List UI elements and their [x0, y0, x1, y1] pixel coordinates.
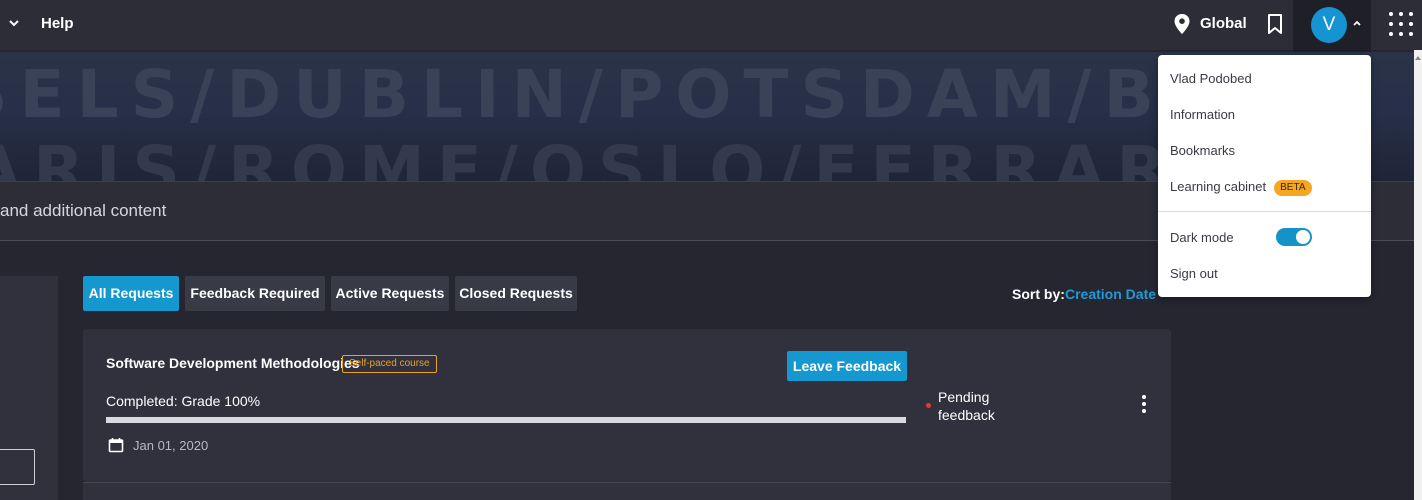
menu-item-learning-cabinet[interactable]: Learning cabinet BETA [1170, 179, 1312, 196]
menu-item-bookmarks[interactable]: Bookmarks [1170, 143, 1235, 158]
filter-panel [0, 276, 58, 500]
menu-item-label: Learning cabinet [1170, 179, 1267, 194]
request-card: Software Development Methodologies Self-… [83, 329, 1171, 482]
tab-closed-requests[interactable]: Closed Requests [455, 276, 577, 311]
subheader-text: and additional content [0, 201, 167, 220]
course-title[interactable]: Software Development Methodologies [106, 355, 360, 371]
banner-text-line: SELS/DUBLIN/POTSDAM/BRUS [0, 56, 1354, 133]
apps-grid-icon[interactable] [1389, 12, 1413, 36]
top-navigation-bar: Help Global V [0, 0, 1422, 54]
avatar[interactable]: V [1311, 7, 1347, 43]
progress-fill [106, 417, 906, 423]
request-card [83, 482, 1171, 500]
dark-mode-toggle[interactable] [1276, 228, 1312, 246]
menu-item-sign-out[interactable]: Sign out [1170, 266, 1218, 281]
bookmark-icon[interactable] [1267, 14, 1283, 34]
filter-input[interactable] [0, 449, 35, 485]
beta-badge: BETA [1274, 180, 1312, 196]
location-selector[interactable]: Global [1200, 15, 1247, 32]
sort-label: Sort by: [1012, 286, 1065, 302]
banner-text-line: ARIS/ROME/OSLO/FERRARA/ [0, 132, 1279, 182]
request-date: Jan 01, 2020 [133, 438, 209, 453]
status-text: Pending feedback [938, 389, 995, 423]
location-pin-icon[interactable] [1174, 14, 1190, 34]
user-dropdown-menu: Vlad Podobed Information Bookmarks Learn… [1158, 55, 1371, 297]
chevron-down-icon[interactable] [6, 15, 22, 31]
chevron-up-icon[interactable] [1351, 17, 1363, 29]
menu-item-dark-mode: Dark mode [1170, 230, 1234, 245]
scroll-up-icon[interactable] [1415, 56, 1421, 60]
menu-divider [1158, 211, 1371, 212]
calendar-icon [108, 438, 124, 453]
tab-active-requests[interactable]: Active Requests [331, 276, 449, 311]
menu-item-information[interactable]: Information [1170, 107, 1235, 122]
grade-text: Completed: Grade 100% [106, 393, 261, 409]
help-menu[interactable]: Help [41, 15, 74, 32]
leave-feedback-button[interactable]: Leave Feedback [787, 351, 907, 381]
toggle-knob [1296, 230, 1310, 244]
progress-bar [106, 417, 906, 423]
more-options-icon[interactable] [1139, 395, 1149, 415]
user-menu-toggle[interactable]: V [1293, 0, 1371, 54]
course-type-badge: Self-paced course [342, 355, 437, 373]
tab-feedback-required[interactable]: Feedback Required [185, 276, 325, 311]
sort-selector[interactable]: Creation Date [1065, 286, 1156, 302]
tab-all-requests[interactable]: All Requests [83, 276, 179, 311]
page-scrollbar[interactable] [1414, 50, 1422, 500]
status-dot-icon [926, 403, 931, 408]
menu-item-user-name[interactable]: Vlad Podobed [1170, 71, 1252, 86]
